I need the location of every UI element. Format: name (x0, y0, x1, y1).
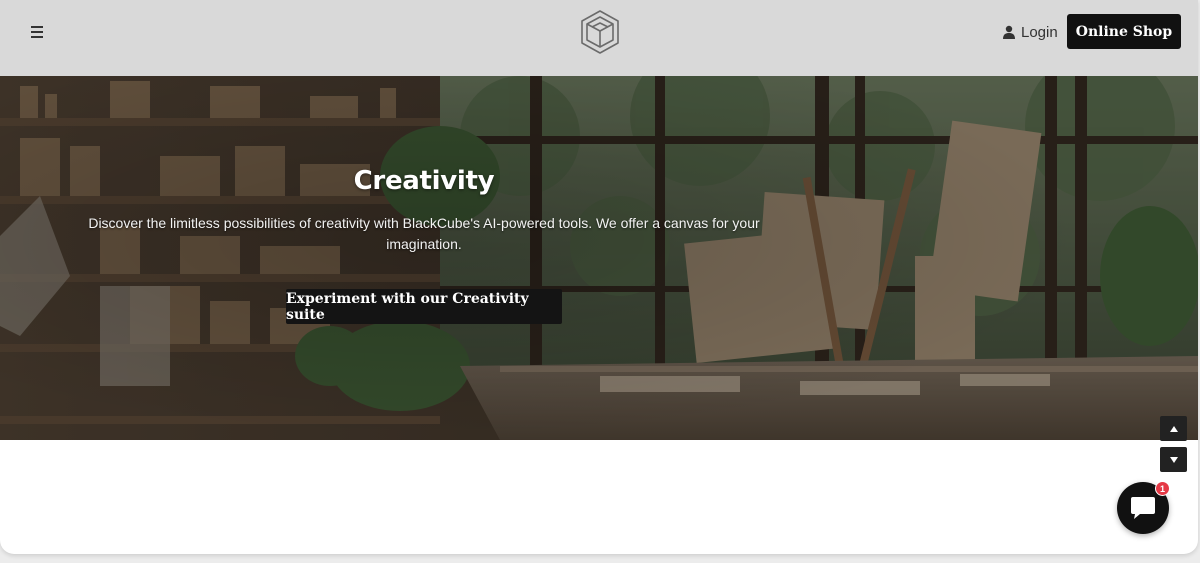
hero-background-image (0, 76, 1198, 440)
scroll-up-button[interactable] (1160, 416, 1187, 441)
hero-title: Creativity (353, 166, 495, 196)
creativity-suite-button[interactable]: Experiment with our Creativity suite (286, 289, 562, 324)
cube-logo[interactable] (578, 8, 622, 56)
chat-unread-badge: 1 (1155, 481, 1170, 496)
online-shop-button[interactable]: Online Shop (1067, 14, 1181, 49)
hero-description: Discover the limitless possibilities of … (88, 215, 760, 252)
scroll-down-button[interactable] (1160, 447, 1187, 472)
login-label: Login (1021, 23, 1058, 41)
hero-banner: Creativity Discover the limitless possib… (0, 76, 1198, 440)
login-link[interactable]: Login (1002, 22, 1058, 42)
chat-bubble-icon (1131, 497, 1155, 519)
triangle-up-icon (1169, 425, 1178, 432)
site-header: Login Online Shop (0, 0, 1198, 76)
user-icon (1003, 25, 1015, 39)
triangle-down-icon (1169, 456, 1178, 463)
browser-page: Login Online Shop Creativity Discover th… (0, 0, 1198, 554)
hamburger-menu-icon[interactable] (28, 24, 48, 40)
